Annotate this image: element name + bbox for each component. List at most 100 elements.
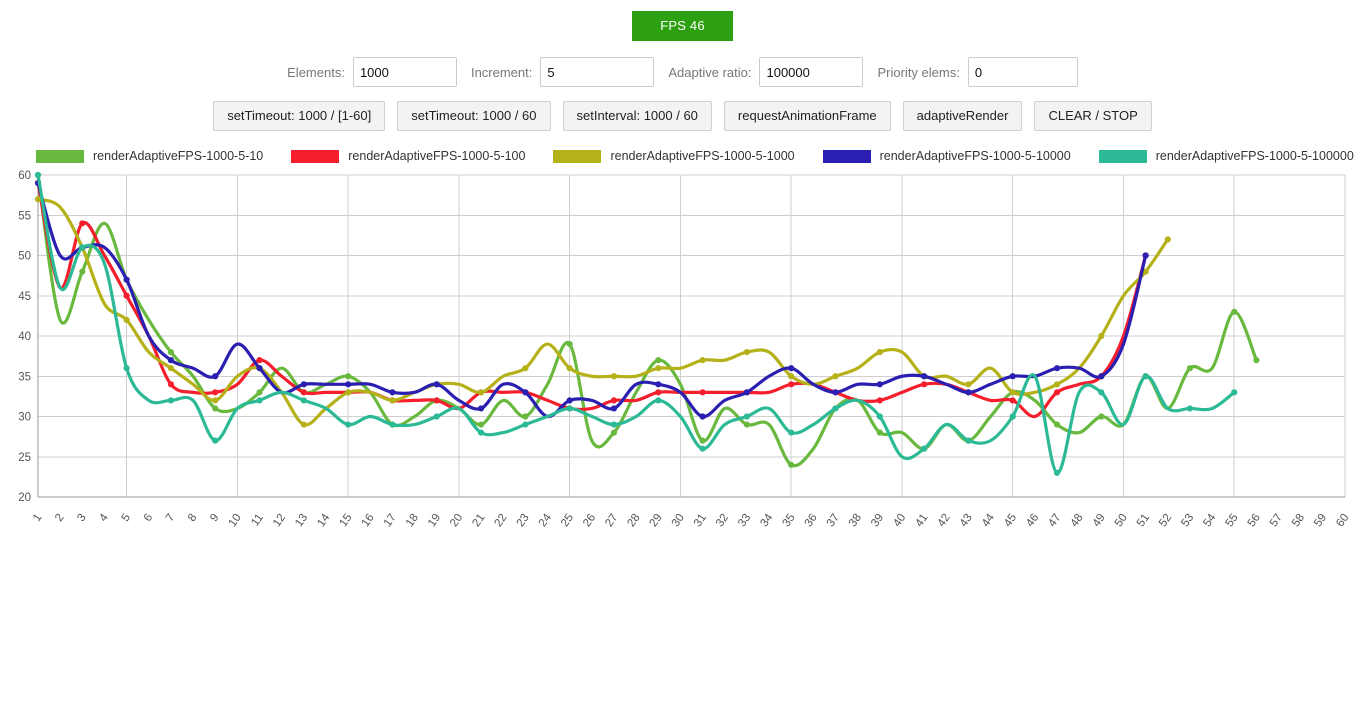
series-point-1-12 <box>300 389 307 396</box>
x-tick-8: 8 <box>186 512 200 524</box>
series-point-2-38 <box>876 349 883 356</box>
x-tick-4: 4 <box>97 511 111 524</box>
priority-elems-input[interactable] <box>967 57 1078 87</box>
x-tick-3: 3 <box>75 512 89 524</box>
x-tick-51: 51 <box>1135 512 1152 529</box>
legend-swatch-0 <box>36 149 84 163</box>
x-tick-18: 18 <box>404 512 421 529</box>
x-tick-55: 55 <box>1224 512 1241 529</box>
x-tick-1: 1 <box>31 512 45 524</box>
series-point-4-6 <box>167 397 175 404</box>
x-tick-42: 42 <box>936 512 953 529</box>
y-tick-55: 55 <box>18 210 31 222</box>
series-point-3-14 <box>345 381 352 388</box>
series-point-0-46 <box>1053 421 1061 428</box>
series-point-1-40 <box>921 381 928 388</box>
series-point-4-18 <box>433 413 440 420</box>
series-point-0-34 <box>788 461 795 468</box>
x-tick-17: 17 <box>382 512 399 529</box>
series-point-2-8 <box>212 397 219 404</box>
series-point-3-32 <box>743 389 750 396</box>
series-line-4 <box>36 173 1236 475</box>
x-tick-29: 29 <box>648 512 665 529</box>
y-tick-50: 50 <box>18 251 31 263</box>
series-point-0-30 <box>699 437 706 444</box>
setinterval-60-button[interactable]: setInterval: 1000 / 60 <box>562 101 712 131</box>
x-tick-27: 27 <box>603 512 620 529</box>
series-point-2-48 <box>1098 332 1105 340</box>
series-point-0-22 <box>522 413 529 420</box>
legend-item-3[interactable]: renderAdaptiveFPS-1000-5-10000 <box>822 149 1071 163</box>
x-tick-25: 25 <box>559 512 576 529</box>
series-point-2-14 <box>345 389 352 396</box>
legend-swatch-3 <box>822 149 871 163</box>
series-point-4-14 <box>345 421 352 428</box>
adaptive-render-button[interactable]: adaptiveRender <box>902 101 1023 131</box>
series-point-1-10 <box>256 357 263 364</box>
x-tick-9: 9 <box>208 512 222 524</box>
x-tick-26: 26 <box>581 512 598 529</box>
x-tick-41: 41 <box>913 512 930 529</box>
x-tick-32: 32 <box>714 512 731 529</box>
series-point-0-8 <box>212 405 219 412</box>
series-point-4-32 <box>743 413 750 420</box>
series-point-3-6 <box>167 357 175 364</box>
series-point-4-24 <box>566 405 573 412</box>
series-0 <box>34 171 1260 468</box>
series-point-2-36 <box>832 373 839 380</box>
settimeout-range-button[interactable]: setTimeout: 1000 / [1-60] <box>213 101 386 131</box>
legend-item-2[interactable]: renderAdaptiveFPS-1000-5-1000 <box>553 149 795 163</box>
series-4 <box>34 171 1238 476</box>
series-point-2-26 <box>610 373 618 380</box>
param-elements: Elements: <box>287 57 457 87</box>
series-point-0-38 <box>876 429 883 436</box>
legend-item-4[interactable]: renderAdaptiveFPS-1000-5-100000 <box>1098 149 1354 163</box>
series-point-4-50 <box>1142 373 1149 380</box>
adaptive-ratio-label: Adaptive ratio: <box>668 64 752 80</box>
settimeout-60-button[interactable]: setTimeout: 1000 / 60 <box>397 101 551 131</box>
x-tick-19: 19 <box>426 512 443 529</box>
x-tick-2: 2 <box>53 512 67 524</box>
series-point-0-14 <box>345 373 352 380</box>
legend-swatch-2 <box>553 149 602 163</box>
chart-legend: renderAdaptiveFPS-1000-5-10 renderAdaptiv… <box>0 149 1365 163</box>
series-line-0 <box>36 173 1258 468</box>
legend-label-2: renderAdaptiveFPS-1000-5-1000 <box>610 149 795 163</box>
adaptive-ratio-input[interactable] <box>759 57 864 87</box>
clear-stop-button[interactable]: CLEAR / STOP <box>1034 101 1152 131</box>
series-point-4-46 <box>1053 469 1061 476</box>
series-point-3-40 <box>921 373 928 380</box>
chart-container: 20 25 30 35 40 45 50 55 60 1 2 3 4 5 6 7 8 9 10 11 12 13 14 15 1… <box>0 167 1365 567</box>
series-line-3 <box>36 181 1148 419</box>
fps-row: FPS 46 <box>0 0 1365 41</box>
series-point-4-8 <box>212 437 219 444</box>
fps-badge: FPS 46 <box>632 11 733 41</box>
legend-item-1[interactable]: renderAdaptiveFPS-1000-5-100 <box>291 149 525 163</box>
series-point-1-34 <box>788 381 795 388</box>
legend-item-0[interactable]: renderAdaptiveFPS-1000-5-10 <box>36 149 263 163</box>
elements-input[interactable] <box>352 57 457 87</box>
series-point-2-24 <box>566 365 573 372</box>
series-point-4-48 <box>1098 389 1105 396</box>
series-point-3-22 <box>522 389 529 396</box>
series-point-2-30 <box>699 357 706 364</box>
x-tick-6: 6 <box>142 512 156 524</box>
increment-input[interactable] <box>540 57 655 87</box>
series-point-4-52 <box>1186 405 1194 412</box>
series-point-1-28 <box>655 389 662 396</box>
x-tick-35: 35 <box>780 512 797 529</box>
series-point-2-42 <box>965 381 972 388</box>
x-tick-24: 24 <box>537 511 555 529</box>
series-point-3-28 <box>655 381 662 388</box>
series-point-0-32 <box>743 421 750 428</box>
series-point-2-6 <box>167 365 175 372</box>
series-point-3-36 <box>832 389 839 396</box>
series-point-2-34 <box>788 373 795 380</box>
series-point-1-38 <box>876 397 883 404</box>
series-point-1-46 <box>1053 389 1061 396</box>
series-point-3-4 <box>123 276 130 283</box>
request-animation-frame-button[interactable]: requestAnimationFrame <box>723 101 891 131</box>
series-point-2-46 <box>1053 381 1061 388</box>
actions-row: setTimeout: 1000 / [1-60] setTimeout: 10… <box>0 101 1365 131</box>
series-point-0-24 <box>566 340 573 348</box>
